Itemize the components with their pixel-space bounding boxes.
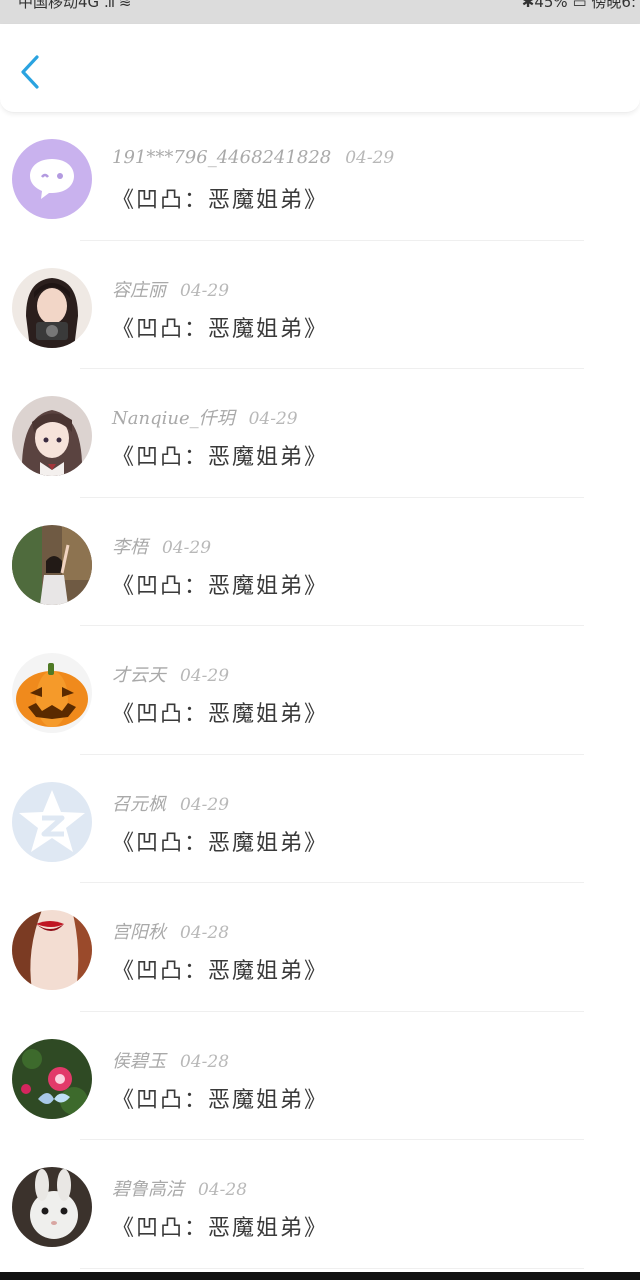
avatar[interactable] [12, 781, 92, 862]
comment-list: 191***796_4468241828 04-29 《凹凸：恶魔姐弟》 容庄丽 0… [0, 112, 640, 1269]
list-item[interactable]: 召元枫 04-29 《凹凸：恶魔姐弟》 [0, 755, 640, 883]
comment-meta: 宫阳秋 04-28 [112, 918, 229, 944]
username[interactable]: Nanqiue_仟玥 [112, 408, 235, 429]
comment-text: 《凹凸：恶魔姐弟》 [112, 445, 329, 470]
list-item[interactable]: 191***796_4468241828 04-29 《凹凸：恶魔姐弟》 [0, 112, 640, 241]
comment-text: 《凹凸：恶魔姐弟》 [112, 830, 329, 856]
divider [80, 1267, 584, 1269]
back-button[interactable] [12, 52, 48, 92]
carrier-text: 中国移动4G [18, 0, 100, 11]
comment-text: 《凹凸：恶魔姐弟》 [112, 316, 329, 342]
comment-meta: 容庄丽 04-29 [112, 276, 229, 302]
comment-date: 04-29 [345, 148, 395, 168]
avatar[interactable] [12, 1167, 92, 1247]
comment-text: 《凹凸：恶魔姐弟》 [112, 702, 329, 727]
top-nav-bar [0, 24, 640, 113]
username[interactable]: 容庄丽 [112, 280, 166, 301]
chevron-left-icon [21, 55, 39, 89]
username[interactable]: 李梧 [112, 537, 148, 558]
signal-icon: .ıl [103, 0, 115, 11]
comment-date: 04-29 [180, 280, 230, 301]
comment-date: 04-29 [162, 537, 212, 558]
avatar[interactable] [12, 1038, 92, 1119]
comment-date: 04-29 [180, 794, 230, 815]
comment-meta: 召元枫 04-29 [112, 790, 229, 816]
comment-meta: Nanqiue_仟玥 04-29 [112, 404, 298, 430]
list-item[interactable]: 侯碧玉 04-28 《凹凸：恶魔姐弟》 [0, 1012, 640, 1140]
username[interactable]: 碧鲁高洁 [112, 1179, 184, 1200]
username[interactable]: 宫阳秋 [112, 922, 166, 943]
avatar[interactable] [12, 139, 92, 219]
username[interactable]: 才云天 [112, 665, 166, 686]
avatar[interactable] [12, 524, 92, 605]
comment-date: 04-28 [180, 1051, 230, 1072]
comment-text: 《凹凸：恶魔姐弟》 [112, 188, 329, 213]
comment-date: 04-29 [248, 409, 298, 429]
comment-date: 04-28 [180, 923, 230, 943]
comment-meta: 才云天 04-29 [112, 661, 229, 687]
username[interactable]: 召元枫 [112, 794, 166, 815]
comment-meta: 碧鲁高洁 04-28 [112, 1175, 247, 1201]
list-item[interactable]: 李梧 04-29 《凹凸：恶魔姐弟》 [0, 498, 640, 626]
list-item[interactable]: 碧鲁高洁 04-28 《凹凸：恶魔姐弟》 [0, 1140, 640, 1269]
list-item[interactable]: Nanqiue_仟玥 04-29 《凹凸：恶魔姐弟》 [0, 369, 640, 498]
username[interactable]: 侯碧玉 [112, 1051, 166, 1072]
avatar[interactable] [12, 267, 92, 348]
avatar[interactable] [12, 910, 92, 990]
status-right: ✱45% ▭ 傍晚6: [521, 0, 636, 11]
status-bar: 中国移动4G .ıl ≋ ✱45% ▭ 傍晚6: [0, 0, 640, 24]
list-item[interactable]: 才云天 04-29 《凹凸：恶魔姐弟》 [0, 626, 640, 755]
comment-date: 04-28 [198, 1180, 248, 1200]
list-item[interactable]: 宫阳秋 04-28 《凹凸：恶魔姐弟》 [0, 883, 640, 1012]
comment-meta: 李梧 04-29 [112, 533, 211, 559]
comment-meta: 191***796_4468241828 04-29 [112, 147, 394, 168]
comment-text: 《凹凸：恶魔姐弟》 [112, 1087, 329, 1113]
comment-meta: 侯碧玉 04-28 [112, 1047, 229, 1073]
list-item[interactable]: 容庄丽 04-29 《凹凸：恶魔姐弟》 [0, 241, 640, 369]
avatar[interactable] [12, 653, 92, 733]
comment-date: 04-29 [180, 666, 230, 686]
comment-text: 《凹凸：恶魔姐弟》 [112, 573, 329, 599]
comment-text: 《凹凸：恶魔姐弟》 [112, 959, 329, 984]
username[interactable]: 191***796_4468241828 [112, 147, 331, 168]
carrier-label: 中国移动4G .ıl ≋ [18, 0, 132, 11]
bottom-edge [0, 1272, 640, 1280]
avatar[interactable] [12, 396, 92, 476]
wifi-icon: ≋ [118, 0, 132, 11]
comment-text: 《凹凸：恶魔姐弟》 [112, 1216, 329, 1241]
